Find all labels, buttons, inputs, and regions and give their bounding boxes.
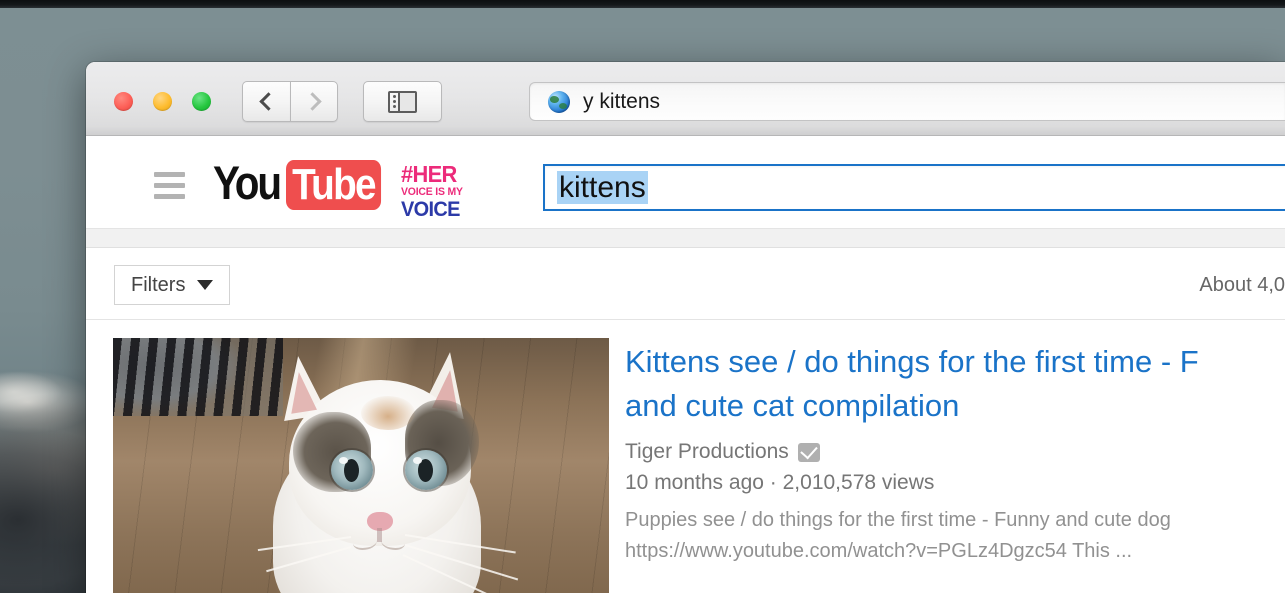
screen-top-bar	[0, 0, 1285, 8]
video-info: Kittens see / do things for the first ti…	[625, 338, 1285, 593]
description-line-2: https://www.youtube.com/watch?v=PGLz4Dgz…	[625, 540, 1133, 563]
verified-badge-icon	[797, 442, 820, 462]
logo-you-text: You	[213, 156, 282, 209]
description-line-1: Puppies see / do things for the first ti…	[625, 509, 1171, 532]
minimize-window-button[interactable]	[153, 92, 172, 111]
video-metadata: 10 months ago · 2,010,578 views	[625, 471, 1285, 495]
view-count: 2,010,578 views	[782, 471, 935, 495]
guide-menu-icon[interactable]	[154, 172, 185, 199]
filters-button-label: Filters	[131, 273, 186, 296]
back-button[interactable]	[242, 81, 290, 122]
her-voice-badge: #HER VOICE IS MY VOICE	[400, 161, 463, 221]
channel-row[interactable]: Tiger Productions	[625, 440, 1285, 464]
filter-bar: Filters About 4,0	[86, 248, 1285, 320]
chevron-right-icon	[302, 92, 322, 111]
show-sidebar-button[interactable]	[363, 81, 442, 122]
browser-toolbar: y kittens	[86, 62, 1285, 136]
window-traffic-lights	[114, 92, 211, 111]
logo-tube-text: Tube	[285, 160, 381, 210]
chevron-down-icon	[197, 280, 214, 290]
youtube-logo[interactable]: You Tube #HER VOICE IS MY VOICE	[213, 156, 466, 221]
youtube-page: You Tube #HER VOICE IS MY VOICE kittens …	[86, 136, 1285, 593]
metadata-separator: ·	[769, 471, 777, 495]
address-bar[interactable]: y kittens	[529, 82, 1285, 121]
video-thumbnail[interactable]	[113, 338, 609, 593]
search-input[interactable]: kittens	[543, 164, 1285, 211]
globe-icon	[548, 90, 570, 113]
upload-date: 10 months ago	[625, 471, 764, 495]
video-title-line-2: and cute cat compilation	[625, 388, 960, 424]
sidebar-panel-icon	[388, 90, 417, 113]
search-input-value: kittens	[557, 170, 648, 205]
close-window-button[interactable]	[114, 92, 133, 111]
search-result-item[interactable]: Kittens see / do things for the first ti…	[86, 320, 1285, 593]
filters-button[interactable]: Filters	[114, 265, 231, 305]
badge-line-2: VOICE IS MY	[400, 186, 463, 198]
badge-line-1: #HER	[400, 161, 457, 187]
video-title-link[interactable]: Kittens see / do things for the first ti…	[625, 340, 1285, 428]
forward-button[interactable]	[290, 81, 338, 122]
badge-line-3: VOICE	[400, 198, 460, 221]
video-title-line-1: Kittens see / do things for the first ti…	[625, 344, 1199, 379]
chevron-left-icon	[259, 92, 278, 111]
youtube-masthead: You Tube #HER VOICE IS MY VOICE kittens	[86, 136, 1285, 228]
channel-name: Tiger Productions	[625, 440, 789, 464]
result-count-text: About 4,0	[1199, 274, 1285, 296]
safari-browser-window: y kittens You Tube #HER VOICE IS MY VOIC…	[86, 62, 1285, 593]
maximize-window-button[interactable]	[192, 92, 211, 111]
address-bar-text: y kittens	[583, 89, 661, 113]
video-description: Puppies see / do things for the first ti…	[625, 505, 1285, 567]
masthead-divider	[86, 228, 1285, 248]
